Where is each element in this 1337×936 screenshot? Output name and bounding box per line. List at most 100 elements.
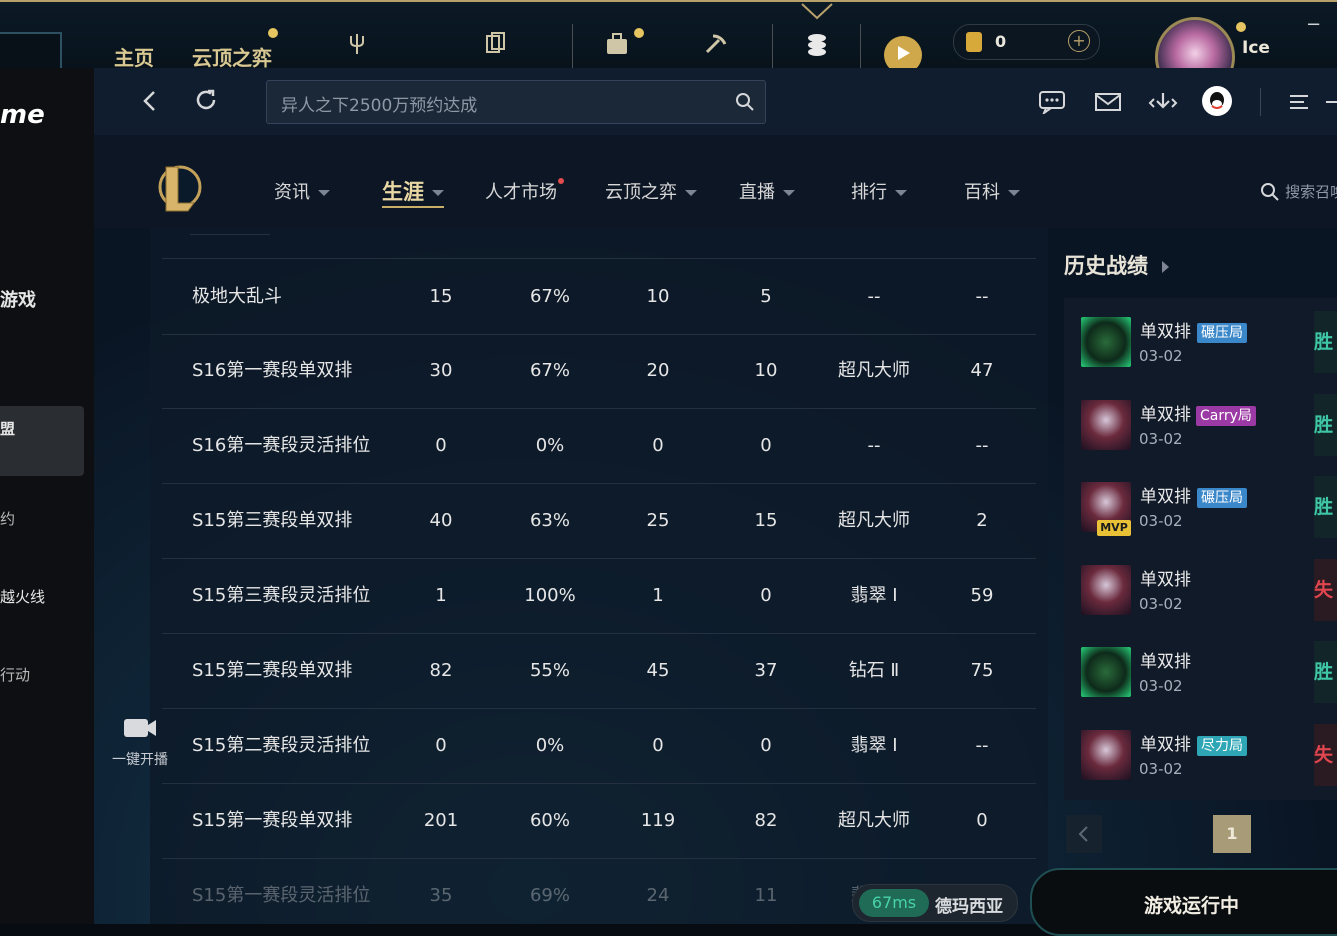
nav-live[interactable]: 直播	[739, 178, 795, 204]
notification-dot	[634, 28, 644, 38]
menu-icon[interactable]	[1290, 94, 1308, 114]
notification-dot	[1236, 22, 1246, 32]
history-match-item[interactable]: 单双排 Carry局 03-02 胜	[1064, 384, 1337, 466]
table-cell: 0	[760, 585, 772, 606]
table-cell: 钻石 Ⅱ	[848, 660, 900, 681]
table-cell: --	[975, 735, 989, 756]
match-result: 胜	[1314, 393, 1337, 456]
search-icon	[1261, 182, 1279, 201]
sidebar-item-action[interactable]: 行动	[0, 664, 30, 685]
mail-icon[interactable]	[1094, 92, 1122, 116]
chat-icon[interactable]	[1038, 90, 1066, 118]
game-running-button[interactable]: 游戏运行中	[1030, 868, 1337, 936]
table-cell: 20	[646, 360, 670, 381]
queue-name: S15第二赛段灵活排位	[192, 735, 371, 756]
table-cell: 11	[754, 885, 778, 906]
nav-rank-label: 排行	[851, 182, 887, 203]
match-date: 03-02	[1139, 759, 1183, 778]
table-cell: 15	[429, 286, 453, 307]
refresh-icon[interactable]	[194, 88, 218, 116]
sidebar-item-yue[interactable]: 约	[0, 508, 15, 529]
sidebar-item-games[interactable]: 游戏	[0, 286, 36, 312]
nav-news[interactable]: 资讯	[274, 178, 330, 204]
history-title-text: 历史战绩	[1064, 254, 1148, 278]
site-search[interactable]: 搜索召唤	[1260, 181, 1337, 203]
history-match-item[interactable]: 单双排 尽力局 03-02 失	[1064, 714, 1337, 796]
client-nav-home[interactable]: 主页	[114, 42, 154, 71]
match-result: 胜	[1314, 641, 1337, 703]
table-cell: 1	[435, 585, 447, 606]
qq-icon[interactable]	[1202, 86, 1232, 116]
champion-avatar	[1081, 317, 1131, 367]
table-row: 极地大乱斗 15 67% 10 5 -- --	[162, 258, 1036, 335]
left-sidebar: me 游戏 盟 约 越火线 行动	[0, 68, 94, 924]
client-nav-tft[interactable]: 云顶之弈	[192, 42, 272, 71]
table-cell: 0	[435, 735, 447, 756]
nav-live-label: 直播	[739, 182, 775, 203]
coin-icon	[966, 32, 982, 52]
table-cell: 60%	[529, 810, 570, 831]
store-coins-icon[interactable]	[802, 30, 832, 60]
table-cell: 翡翠 Ⅰ	[850, 585, 898, 606]
match-mode: 单双排	[1140, 569, 1191, 590]
table-cell: 0	[760, 735, 772, 756]
history-match-item[interactable]: 单双排 03-02 胜	[1064, 631, 1337, 713]
chevron-down-icon	[1008, 190, 1020, 196]
table-cell: 15	[754, 510, 778, 531]
minimize-icon[interactable]	[1326, 101, 1337, 103]
nav-career[interactable]: 生涯	[382, 176, 444, 208]
table-cell: 0	[976, 810, 988, 831]
add-currency-icon[interactable]: +	[1068, 30, 1090, 52]
search-icon[interactable]	[735, 92, 755, 116]
server-status: 67ms 德玛西亚	[852, 884, 1018, 922]
clipped-row-top	[190, 228, 270, 235]
history-match-item[interactable]: 单双排 03-02 失	[1064, 549, 1337, 631]
nav-tft[interactable]: 云顶之弈	[605, 178, 697, 204]
page-number-button[interactable]: 1	[1213, 815, 1251, 853]
sidebar-item-lol[interactable]: 盟	[0, 418, 15, 439]
search-input[interactable]: 异人之下2500万预约达成	[266, 80, 766, 124]
nav-talent-market[interactable]: 人才市场	[485, 178, 564, 204]
match-mode: 单双排	[1140, 404, 1191, 425]
minimize-button[interactable]: −	[1306, 14, 1321, 35]
table-cell: --	[867, 286, 881, 307]
table-cell: 35	[429, 885, 453, 906]
table-row: S15第一赛段单双排 201 60% 119 82 超凡大师 0	[162, 783, 1036, 859]
match-date: 03-02	[1139, 677, 1183, 695]
nav-wiki[interactable]: 百科	[964, 178, 1020, 204]
history-title[interactable]: 历史战绩	[1064, 250, 1169, 280]
cards-icon[interactable]	[480, 30, 510, 60]
table-cell: 82	[429, 660, 453, 681]
match-mode: 单双排	[1140, 322, 1191, 342]
nav-rank[interactable]: 排行	[851, 178, 907, 204]
table-row: S15第三赛段灵活排位 1 100% 1 0 翡翠 Ⅰ 59	[162, 558, 1036, 634]
notification-dot	[558, 178, 564, 184]
table-row: S15第二赛段灵活排位 0 0% 0 0 翡翠 Ⅰ --	[162, 708, 1036, 784]
match-result: 失	[1314, 723, 1337, 786]
download-icon[interactable]	[1148, 90, 1178, 118]
currency-box: 0 +	[953, 24, 1100, 60]
camera-icon	[124, 719, 156, 737]
table-cell: 30	[429, 360, 453, 381]
client-separator	[860, 24, 861, 70]
table-cell: --	[867, 435, 881, 456]
match-result: 失	[1314, 558, 1337, 621]
table-cell: 5	[760, 286, 772, 307]
match-date: 03-02	[1139, 429, 1183, 448]
lol-logo[interactable]	[154, 161, 202, 213]
trident-icon[interactable]	[342, 30, 372, 60]
history-match-item[interactable]: 单双排 碾压局 03-02 胜	[1064, 301, 1337, 383]
table-cell: --	[975, 286, 989, 307]
table-cell: 75	[970, 660, 994, 681]
queue-name: S15第三赛段单双排	[192, 510, 353, 531]
game-running-label: 游戏运行中	[1144, 895, 1240, 917]
bag-icon[interactable]	[602, 30, 632, 60]
start-stream-button[interactable]: 一键开播	[104, 715, 176, 777]
table-cell: 45	[646, 660, 670, 681]
table-cell: 40	[429, 510, 453, 531]
prev-page-button[interactable]	[1066, 815, 1102, 853]
back-icon[interactable]	[142, 90, 158, 116]
pickaxe-icon[interactable]	[700, 30, 730, 60]
chevron-down-icon	[895, 190, 907, 196]
sidebar-item-cf[interactable]: 越火线	[0, 586, 45, 607]
